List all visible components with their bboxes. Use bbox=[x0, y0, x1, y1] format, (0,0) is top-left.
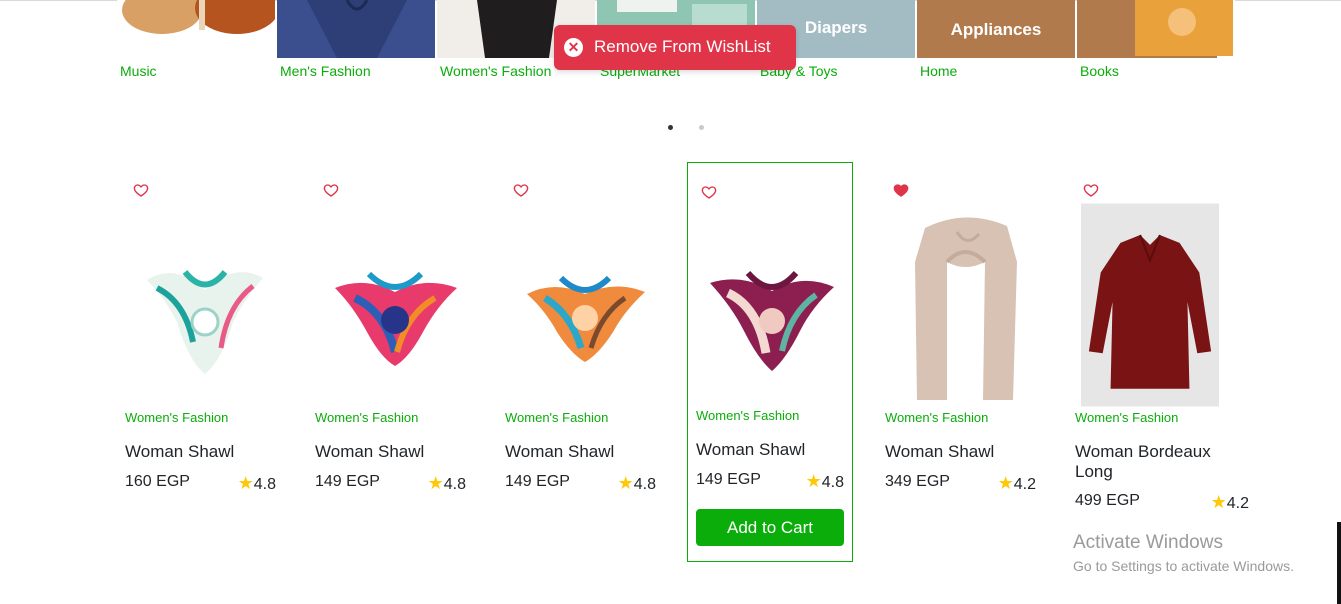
star-icon: ★ bbox=[805, 471, 822, 491]
product-rating: ★4.8 bbox=[805, 471, 844, 491]
product-title[interactable]: Woman Shawl bbox=[315, 442, 475, 462]
category-label[interactable]: Music bbox=[120, 63, 157, 79]
product-image[interactable] bbox=[325, 202, 465, 408]
product-image[interactable] bbox=[1081, 202, 1219, 408]
product-price: 149 EGP bbox=[315, 473, 380, 490]
category-mens-fashion-image bbox=[277, 0, 435, 58]
add-to-cart-button[interactable]: Add to Cart bbox=[696, 509, 844, 546]
wishlist-heart-icon[interactable] bbox=[701, 184, 717, 200]
star-icon: ★ bbox=[237, 473, 254, 493]
product-rating: ★4.8 bbox=[237, 473, 276, 493]
product-category[interactable]: Women's Fashion bbox=[696, 408, 799, 423]
carousel-dot-active[interactable] bbox=[668, 125, 673, 130]
toast-message: Remove From WishList bbox=[594, 37, 771, 56]
product-category[interactable]: Women's Fashion bbox=[125, 410, 228, 425]
product-price: 499 EGP bbox=[1075, 492, 1140, 509]
category-home-image: Appliances bbox=[917, 0, 1075, 58]
product-card[interactable]: Women's Fashion Woman Shawl 160 EGP ★4.8 bbox=[125, 162, 291, 562]
star-icon: ★ bbox=[427, 473, 444, 493]
product-rating: ★4.2 bbox=[1210, 492, 1249, 512]
product-title[interactable]: Woman Shawl bbox=[505, 442, 665, 462]
wishlist-heart-filled-icon[interactable] bbox=[893, 182, 909, 198]
screen-edge bbox=[1337, 522, 1341, 604]
product-card[interactable]: Women's Fashion Woman Shawl 149 EGP ★4.8 bbox=[315, 162, 481, 562]
product-card[interactable]: Women's Fashion Woman Bordeaux Long 499 … bbox=[1075, 162, 1249, 562]
product-card[interactable]: Women's Fashion Woman Shawl 149 EGP ★4.8 bbox=[505, 162, 671, 562]
product-image[interactable] bbox=[895, 202, 1035, 408]
product-title[interactable]: Woman Shawl bbox=[696, 440, 856, 460]
wishlist-heart-icon[interactable] bbox=[133, 182, 149, 198]
product-title[interactable]: Woman Shawl bbox=[125, 442, 285, 462]
wishlist-heart-icon[interactable] bbox=[323, 182, 339, 198]
product-category[interactable]: Women's Fashion bbox=[505, 410, 608, 425]
wishlist-heart-icon[interactable] bbox=[1083, 182, 1099, 198]
product-card-hovered[interactable]: Women's Fashion Woman Shawl 149 EGP ★4.8… bbox=[687, 162, 853, 562]
category-label[interactable]: Books bbox=[1080, 63, 1119, 79]
category-music-image bbox=[117, 0, 275, 58]
windows-activation-watermark: Activate Windows Go to Settings to activ… bbox=[1073, 532, 1294, 574]
product-price: 149 EGP bbox=[505, 473, 570, 490]
product-rating: ★4.8 bbox=[427, 473, 466, 493]
star-icon: ★ bbox=[617, 473, 634, 493]
wishlist-heart-icon[interactable] bbox=[513, 182, 529, 198]
star-icon: ★ bbox=[997, 473, 1014, 493]
product-price: 349 EGP bbox=[885, 473, 950, 490]
product-category[interactable]: Women's Fashion bbox=[885, 410, 988, 425]
category-label[interactable]: Men's Fashion bbox=[280, 63, 371, 79]
wishlist-toast: ✕ Remove From WishList bbox=[554, 25, 796, 70]
product-price: 149 EGP bbox=[696, 471, 761, 488]
category-label[interactable]: Women's Fashion bbox=[440, 63, 551, 79]
product-image[interactable] bbox=[702, 203, 842, 409]
category-books-image bbox=[1077, 0, 1235, 58]
category-label[interactable]: Home bbox=[920, 63, 957, 79]
star-icon: ★ bbox=[1210, 492, 1227, 512]
product-image[interactable] bbox=[515, 202, 655, 408]
error-icon: ✕ bbox=[564, 38, 583, 57]
product-category[interactable]: Women's Fashion bbox=[1075, 410, 1178, 425]
product-category[interactable]: Women's Fashion bbox=[315, 410, 418, 425]
product-image[interactable] bbox=[135, 202, 275, 408]
product-price: 160 EGP bbox=[125, 473, 190, 490]
product-title[interactable]: Woman Shawl bbox=[885, 442, 1045, 462]
product-card[interactable]: Women's Fashion Woman Shawl 349 EGP ★4.2 bbox=[885, 162, 1051, 562]
carousel-dot[interactable] bbox=[699, 125, 704, 130]
product-title[interactable]: Woman Bordeaux Long bbox=[1075, 442, 1235, 482]
product-rating: ★4.2 bbox=[997, 473, 1036, 493]
product-rating: ★4.8 bbox=[617, 473, 656, 493]
